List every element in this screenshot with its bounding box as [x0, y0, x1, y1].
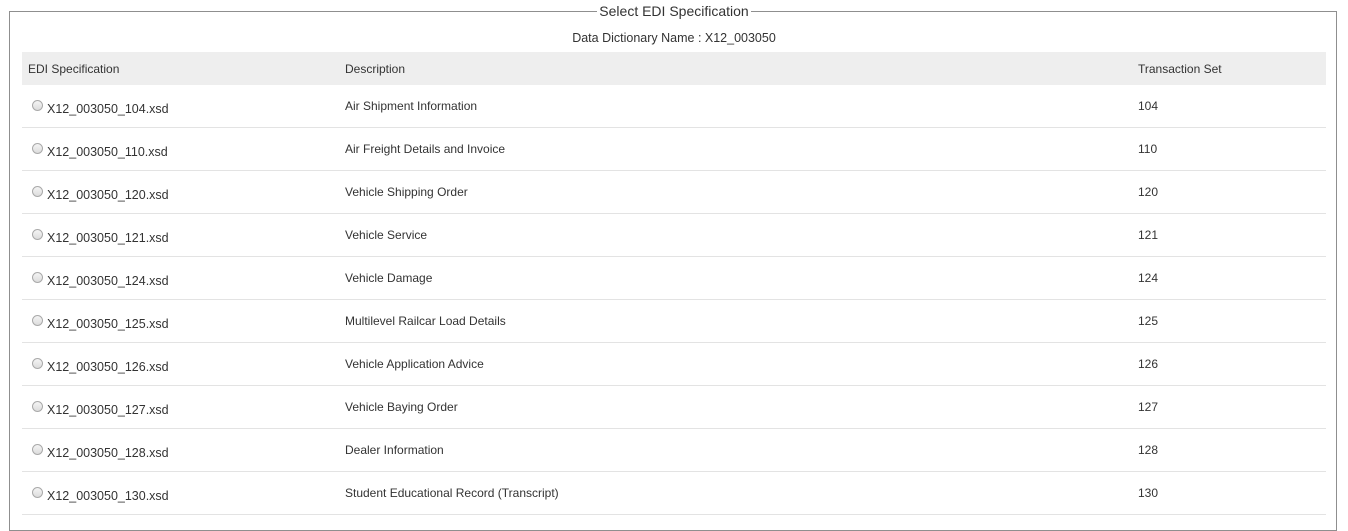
- data-dictionary-label: Data Dictionary Name : X12_003050: [572, 31, 776, 45]
- spec-cell: X12_003050_120.xsd: [32, 185, 169, 202]
- spec-cell: X12_003050_124.xsd: [32, 271, 169, 288]
- description-cell: Vehicle Application Advice: [345, 357, 484, 371]
- spec-cell: X12_003050_130.xsd: [32, 486, 169, 503]
- transaction-set-cell: 126: [1138, 357, 1159, 371]
- spec-radio-button[interactable]: [32, 142, 43, 154]
- spec-radio-button[interactable]: [32, 271, 43, 283]
- spec-radio-button[interactable]: [32, 185, 43, 197]
- description-cell: Air Shipment Information: [345, 99, 478, 113]
- description-cell: Vehicle Baying Order: [345, 400, 458, 414]
- spec-cell: X12_003050_128.xsd: [32, 443, 169, 460]
- table-row[interactable]: X12_003050_110.xsd Air Freight Details an…: [22, 128, 1326, 171]
- spec-radio-button[interactable]: [32, 357, 43, 369]
- table-row[interactable]: X12_003050_126.xsd Vehicle Application Ad…: [22, 343, 1326, 386]
- transaction-set-cell: 127: [1138, 400, 1159, 414]
- spec-cell: X12_003050_121.xsd: [32, 228, 169, 245]
- spec-cell: X12_003050_104.xsd: [32, 99, 169, 116]
- spec-file-name: X12_003050_120.xsd: [47, 188, 169, 202]
- transaction-set-cell: 104: [1138, 99, 1159, 113]
- table-row[interactable]: X12_003050_124.xsd Vehicle Damage 124: [22, 257, 1326, 300]
- description-cell: Vehicle Service: [345, 228, 428, 242]
- spec-cell: X12_003050_125.xsd: [32, 314, 169, 331]
- table-row[interactable]: X12_003050_104.xsd Air Shipment Informati…: [22, 85, 1326, 128]
- fieldset-legend: Select EDI Specification: [0, 3, 1348, 19]
- spec-cell: X12_003050_127.xsd: [32, 400, 169, 417]
- table-row[interactable]: X12_003050_127.xsd Vehicle Baying Order 12…: [22, 386, 1326, 429]
- spec-radio-button[interactable]: [32, 443, 43, 455]
- description-cell: Student Educational Record (Transcript): [345, 486, 559, 500]
- spec-file-name: X12_003050_104.xsd: [47, 102, 169, 116]
- header-description: Description: [345, 62, 406, 76]
- table-row[interactable]: X12_003050_130.xsd Student Educational Re…: [22, 472, 1326, 515]
- transaction-set-cell: 130: [1138, 486, 1159, 500]
- description-cell: Multilevel Railcar Load Details: [345, 314, 506, 328]
- description-cell: Air Freight Details and Invoice: [345, 142, 506, 156]
- transaction-set-cell: 120: [1138, 185, 1159, 199]
- spec-file-name: X12_003050_110.xsd: [47, 145, 168, 159]
- table-row[interactable]: X12_003050_128.xsd Dealer Information 128: [22, 429, 1326, 472]
- spec-cell: X12_003050_126.xsd: [32, 357, 169, 374]
- spec-file-name: X12_003050_127.xsd: [47, 403, 169, 417]
- spec-file-name: X12_003050_121.xsd: [47, 231, 169, 245]
- table-body: X12_003050_104.xsd Air Shipment Informati…: [22, 85, 1326, 515]
- table-header: EDI Specification Description Transactio…: [22, 52, 1326, 85]
- spec-radio-button[interactable]: [32, 228, 43, 240]
- transaction-set-cell: 110: [1138, 142, 1158, 156]
- spec-file-name: X12_003050_125.xsd: [47, 317, 169, 331]
- transaction-set-cell: 128: [1138, 443, 1159, 457]
- spec-radio-button[interactable]: [32, 314, 43, 326]
- header-edi-specification: EDI Specification: [28, 62, 120, 76]
- spec-file-name: X12_003050_126.xsd: [47, 360, 169, 374]
- spec-cell: X12_003050_110.xsd: [32, 142, 168, 159]
- description-cell: Dealer Information: [345, 443, 444, 457]
- table-row[interactable]: X12_003050_120.xsd Vehicle Shipping Order…: [22, 171, 1326, 214]
- spec-file-name: X12_003050_128.xsd: [47, 446, 169, 460]
- description-cell: Vehicle Damage: [345, 271, 433, 285]
- table-row[interactable]: X12_003050_125.xsd Multilevel Railcar Loa…: [22, 300, 1326, 343]
- transaction-set-cell: 124: [1138, 271, 1159, 285]
- table-row[interactable]: X12_003050_121.xsd Vehicle Service 121: [22, 214, 1326, 257]
- spec-radio-button[interactable]: [32, 486, 43, 498]
- spec-file-name: X12_003050_124.xsd: [47, 274, 169, 288]
- fieldset-legend-text: Select EDI Specification: [597, 3, 751, 19]
- spec-file-name: X12_003050_130.xsd: [47, 489, 169, 503]
- transaction-set-cell: 125: [1138, 314, 1159, 328]
- edi-spec-table: EDI Specification Description Transactio…: [22, 52, 1326, 515]
- transaction-set-cell: 121: [1138, 228, 1159, 242]
- description-cell: Vehicle Shipping Order: [345, 185, 468, 199]
- header-transaction-set: Transaction Set: [1138, 62, 1222, 76]
- spec-radio-button[interactable]: [32, 400, 43, 412]
- spec-radio-button[interactable]: [32, 99, 43, 111]
